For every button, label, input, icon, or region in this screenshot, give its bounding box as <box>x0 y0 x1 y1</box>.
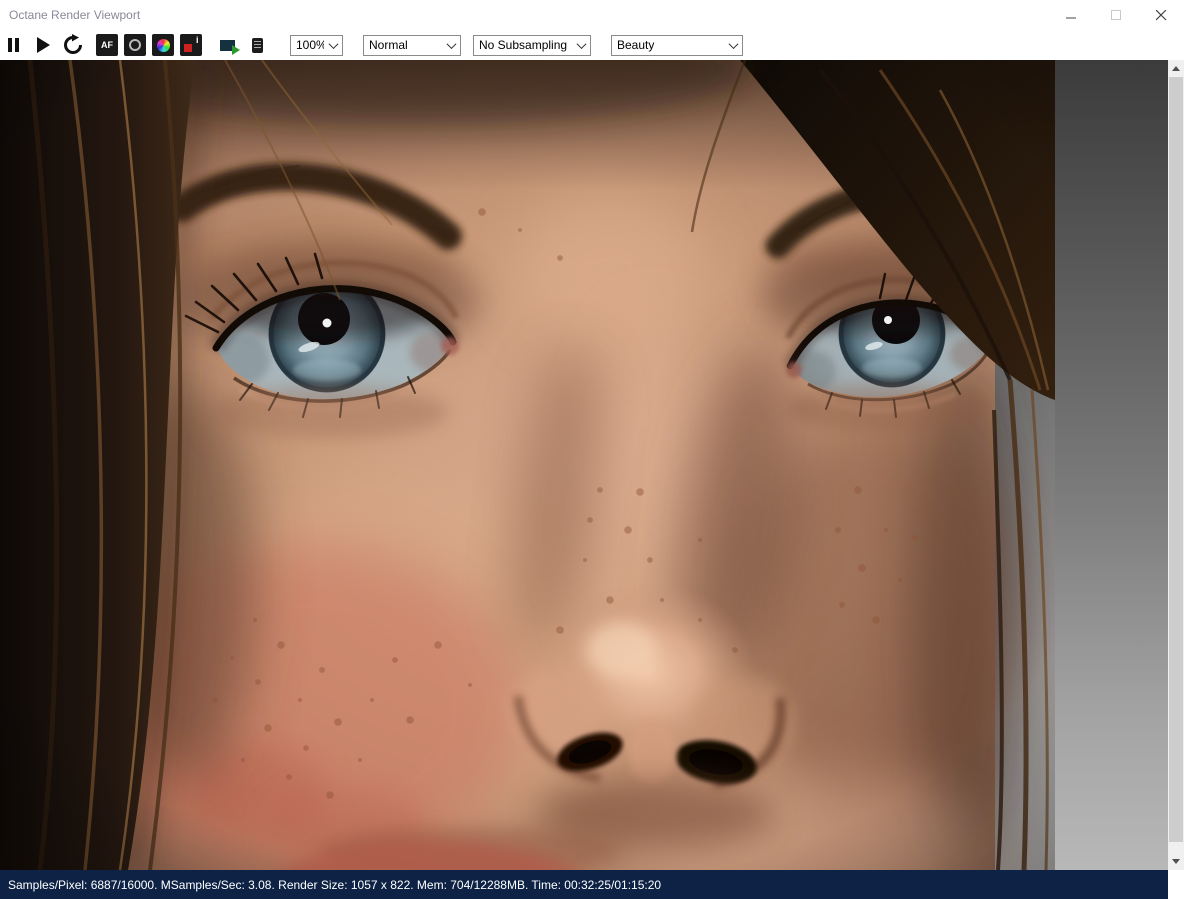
restart-render-button[interactable] <box>62 34 84 56</box>
chevron-down-icon <box>328 38 339 49</box>
subsampling-value: No Subsampling <box>479 38 568 52</box>
maximize-button[interactable] <box>1094 0 1139 30</box>
render-log-button[interactable] <box>246 34 268 56</box>
display-mode-value: Normal <box>369 38 408 52</box>
chevron-down-icon <box>728 38 739 49</box>
aperture-icon <box>129 39 141 51</box>
render-image <box>0 60 1055 870</box>
chevron-down-icon <box>576 38 587 49</box>
color-wheel-icon <box>156 38 170 52</box>
af-icon: AF <box>101 40 113 50</box>
window-controls <box>1049 0 1184 30</box>
vertical-scrollbar[interactable] <box>1168 60 1184 870</box>
play-icon <box>36 37 50 53</box>
render-log-icon <box>251 37 263 53</box>
toolbar: AF 100% Normal No Subsampling Beauty <box>0 30 1184 60</box>
vignette <box>0 60 1055 870</box>
save-render-button[interactable] <box>216 34 240 56</box>
minimize-button[interactable] <box>1049 0 1094 30</box>
info-icon <box>183 35 199 52</box>
close-icon <box>1156 9 1167 20</box>
render-pass-dropdown[interactable]: Beauty <box>611 34 743 56</box>
pause-icon <box>7 38 19 52</box>
restart-icon <box>64 34 82 54</box>
aperture-picker-button[interactable] <box>124 34 146 56</box>
window-title: Octane Render Viewport <box>9 8 141 22</box>
status-text: Samples/Pixel: 6887/16000. MSamples/Sec:… <box>8 877 662 892</box>
chevron-down-icon <box>446 38 457 49</box>
scrollbar-up-button[interactable] <box>1168 60 1184 77</box>
render-viewport[interactable] <box>0 60 1168 870</box>
statusbar: Samples/Pixel: 6887/16000. MSamples/Sec:… <box>0 870 1168 899</box>
pixel-info-button[interactable] <box>180 34 202 56</box>
maximize-icon <box>1111 9 1121 20</box>
autofocus-picker-button[interactable]: AF <box>96 34 118 56</box>
titlebar: Octane Render Viewport <box>0 0 1184 30</box>
zoom-dropdown[interactable]: 100% <box>290 34 343 56</box>
white-balance-picker-button[interactable] <box>152 34 174 56</box>
display-mode-dropdown[interactable]: Normal <box>363 34 461 56</box>
octane-render-viewport-window: Octane Render Viewport AF i 100% Normal … <box>0 0 1184 899</box>
zoom-value: 100% <box>296 38 324 52</box>
scrollbar-thumb[interactable] <box>1169 77 1183 842</box>
scrollbar-down-button[interactable] <box>1168 853 1184 870</box>
render-pass-value: Beauty <box>617 38 655 52</box>
save-image-icon <box>219 39 240 55</box>
statusbar-corner <box>1168 870 1184 899</box>
play-button[interactable] <box>32 34 54 56</box>
subsampling-dropdown[interactable]: No Subsampling <box>473 34 591 56</box>
minimize-icon <box>1066 17 1076 18</box>
arrow-down-icon <box>1172 859 1180 864</box>
viewport-background <box>1055 60 1168 870</box>
pause-button[interactable] <box>2 34 24 56</box>
close-button[interactable] <box>1139 0 1184 30</box>
arrow-up-icon <box>1172 66 1180 71</box>
